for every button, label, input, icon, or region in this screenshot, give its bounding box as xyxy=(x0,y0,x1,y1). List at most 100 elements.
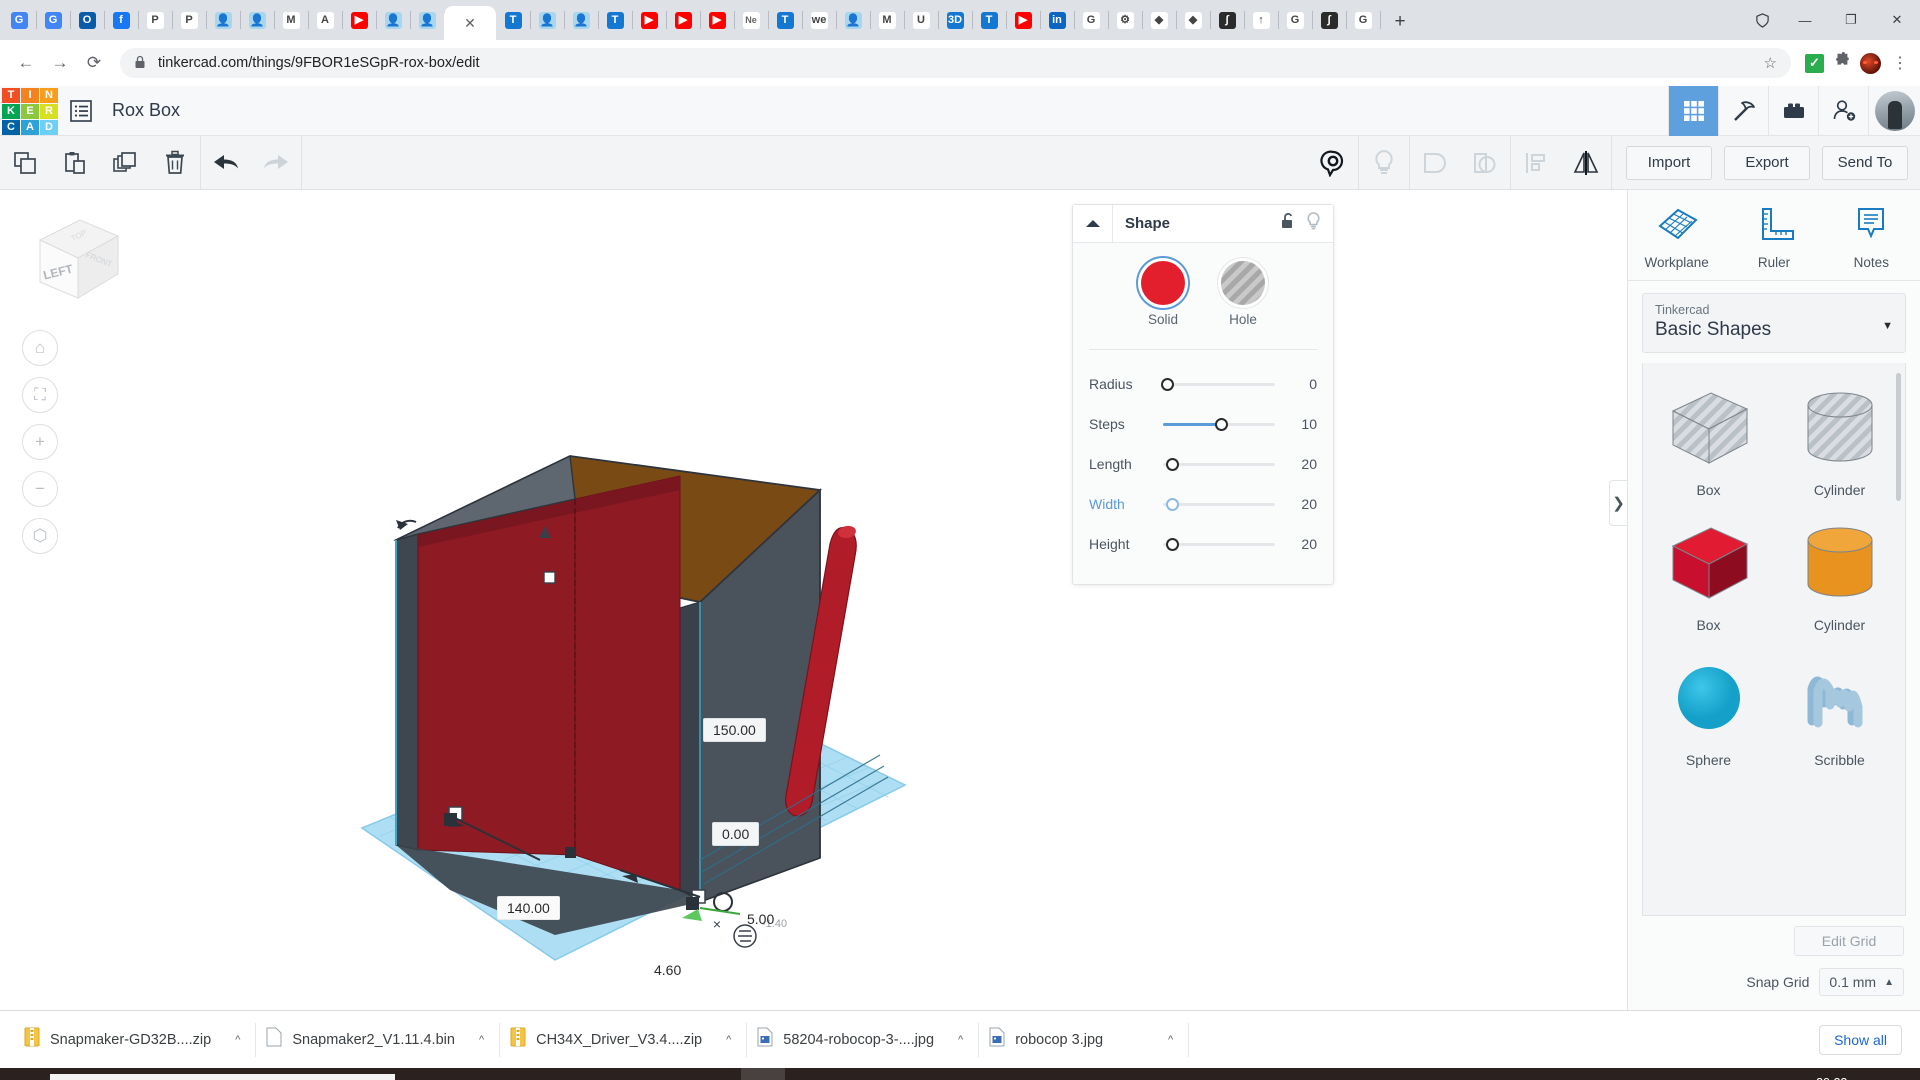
dim-bottom-label[interactable]: 4.60 xyxy=(645,959,690,981)
cura-icon[interactable]: C xyxy=(933,1068,977,1080)
copy-icon[interactable] xyxy=(0,136,50,190)
chrome-menu-icon[interactable]: ⋮ xyxy=(1890,53,1910,73)
slider-knob-length[interactable] xyxy=(1166,458,1179,471)
browser-tab-after-12[interactable]: U xyxy=(904,3,938,37)
slider-knob-radius[interactable] xyxy=(1161,378,1174,391)
group-icon[interactable] xyxy=(1410,136,1460,190)
close-icon[interactable]: ✕ xyxy=(464,16,476,30)
browser-tab-before-4[interactable]: P xyxy=(138,3,172,37)
close-window-button[interactable]: ✕ xyxy=(1874,4,1920,36)
slider-height[interactable] xyxy=(1163,534,1283,554)
taskbar-clock[interactable]: 20:22 02/06/2021 xyxy=(1800,1075,1863,1080)
browser-tab-after-15[interactable]: ▶ xyxy=(1006,3,1040,37)
maximize-button[interactable]: ❐ xyxy=(1828,4,1874,36)
send-to-button[interactable]: Send To xyxy=(1822,146,1908,180)
chevron-up-icon[interactable]: ^ xyxy=(1154,1034,1173,1046)
steam-icon[interactable]: ⚙ xyxy=(597,1068,641,1080)
blocks-icon[interactable] xyxy=(1768,86,1818,136)
active-browser-tab[interactable]: ✕ xyxy=(444,6,496,40)
shield-icon[interactable] xyxy=(1742,4,1782,36)
browser-tab-after-18[interactable]: ⚙ xyxy=(1108,3,1142,37)
task-view-icon[interactable]: ⌸ xyxy=(453,1068,497,1080)
show-all-downloads-button[interactable]: Show all xyxy=(1819,1025,1902,1055)
browser-tab-after-21[interactable]: ∫ xyxy=(1210,3,1244,37)
browser-tab-after-24[interactable]: ∫ xyxy=(1312,3,1346,37)
settings-icon[interactable]: ⚙ xyxy=(1173,1068,1217,1080)
user-avatar[interactable] xyxy=(1868,86,1920,136)
browser-tab-before-9[interactable]: A xyxy=(308,3,342,37)
bookmark-star-icon[interactable]: ☆ xyxy=(1764,54,1777,72)
microsoft-store-icon[interactable]: ▤ xyxy=(549,1068,593,1080)
browser-tab-before-10[interactable]: ▶ xyxy=(342,3,376,37)
slider-value-height[interactable]: 20 xyxy=(1283,536,1317,552)
sidebar-tool-notes[interactable]: Notes xyxy=(1823,204,1920,270)
browser-tab-after-13[interactable]: 3D xyxy=(938,3,972,37)
dim-z-offset-label[interactable]: 0.00 xyxy=(712,822,759,846)
shape-mode-solid[interactable]: Solid xyxy=(1141,261,1185,327)
dim-length-label[interactable]: 140.00 xyxy=(497,896,560,920)
browser-tab-after-2[interactable]: 👤 xyxy=(564,3,598,37)
file-explorer-icon[interactable]: 📁 xyxy=(501,1068,545,1080)
address-bar[interactable]: tinkercad.com/things/9FBOR1eSGpR-rox-box… xyxy=(120,48,1791,78)
cortana-icon[interactable]: ○ xyxy=(405,1068,449,1080)
fusion360-icon[interactable]: F xyxy=(789,1068,833,1080)
import-button[interactable]: Import xyxy=(1626,146,1712,180)
shape-palette-scrollbar[interactable] xyxy=(1896,373,1901,501)
slider-value-steps[interactable]: 10 xyxy=(1283,416,1317,432)
browser-tab-after-11[interactable]: M xyxy=(870,3,904,37)
puzzle-extension-icon[interactable] xyxy=(1833,52,1851,75)
mirror-icon[interactable] xyxy=(1561,136,1611,190)
new-tab-button[interactable]: + xyxy=(1386,8,1414,36)
unlock-icon[interactable] xyxy=(1281,212,1296,235)
predator-icon[interactable]: ☸ xyxy=(645,1068,689,1080)
browser-tab-after-4[interactable]: ▶ xyxy=(632,3,666,37)
chevron-up-icon[interactable]: ^ xyxy=(712,1034,731,1046)
shape-item-cylinder-solid[interactable]: Cylinder xyxy=(1774,512,1905,643)
taskbar-search-input[interactable]: Type here to search xyxy=(50,1074,395,1080)
browser-tab-after-25[interactable]: G xyxy=(1346,3,1380,37)
checkmark-extension-icon[interactable]: ✓ xyxy=(1805,54,1824,73)
browser-tab-after-22[interactable]: ↑ xyxy=(1244,3,1278,37)
edge-icon[interactable]: ◑ xyxy=(1077,1068,1121,1080)
browser-tab-before-6[interactable]: 👤 xyxy=(206,3,240,37)
slider-value-radius[interactable]: 0 xyxy=(1283,376,1317,392)
browser-tab-after-7[interactable]: Ne xyxy=(734,3,768,37)
align-icon[interactable] xyxy=(1511,136,1561,190)
design-list-icon[interactable] xyxy=(56,86,106,136)
light-bulb-icon[interactable] xyxy=(1306,212,1321,235)
browser-tab-before-11[interactable]: 👤 xyxy=(376,3,410,37)
browser-tab-after-8[interactable]: T xyxy=(768,3,802,37)
pickaxe-icon[interactable] xyxy=(1718,86,1768,136)
browser-tab-after-5[interactable]: ▶ xyxy=(666,3,700,37)
chevron-down-icon[interactable]: ▼ xyxy=(1882,320,1893,332)
download-item-2[interactable]: Snapmaker2_V1.11.4.bin^ xyxy=(256,1019,500,1061)
browser-tab-after-19[interactable]: ◆ xyxy=(1142,3,1176,37)
browser-tab-before-3[interactable]: f xyxy=(104,3,138,37)
edit-grid-button[interactable]: Edit Grid xyxy=(1794,926,1904,956)
slider-value-length[interactable]: 20 xyxy=(1283,456,1317,472)
shape-item-sphere[interactable]: Sphere xyxy=(1643,647,1774,778)
browser-tab-after-9[interactable]: we xyxy=(802,3,836,37)
mail-icon[interactable]: ✉4 xyxy=(693,1068,737,1080)
browser-tab-before-8[interactable]: M xyxy=(274,3,308,37)
light-bulb-icon[interactable] xyxy=(1359,136,1409,190)
solid-swatch[interactable] xyxy=(1141,261,1185,305)
browser-tab-after-3[interactable]: T xyxy=(598,3,632,37)
shape-library-selector[interactable]: Tinkercad Basic Shapes ▼ xyxy=(1642,293,1906,353)
slider-knob-width[interactable] xyxy=(1166,498,1179,511)
dim-radius-label[interactable]: 5.00 xyxy=(738,908,783,930)
browser-tab-after-23[interactable]: G xyxy=(1278,3,1312,37)
collapse-sidebar-chevron-icon[interactable]: ❯ xyxy=(1609,480,1627,526)
sketchup-icon[interactable]: ◆ xyxy=(981,1068,1025,1080)
redo-icon[interactable] xyxy=(251,136,301,190)
grid-view-icon[interactable] xyxy=(1668,86,1718,136)
duplicate-icon[interactable] xyxy=(100,136,150,190)
browser-tab-before-5[interactable]: P xyxy=(172,3,206,37)
browser-tab-after-16[interactable]: in xyxy=(1040,3,1074,37)
minimize-button[interactable]: — xyxy=(1782,4,1828,36)
chrome-icon[interactable]: ● xyxy=(741,1068,785,1080)
download-item-1[interactable]: Snapmaker-GD32B....zip^ xyxy=(14,1019,256,1061)
slider-length[interactable] xyxy=(1163,454,1283,474)
download-item-5[interactable]: robocop 3.jpg^ xyxy=(979,1019,1189,1061)
slider-value-width[interactable]: 20 xyxy=(1283,496,1317,512)
